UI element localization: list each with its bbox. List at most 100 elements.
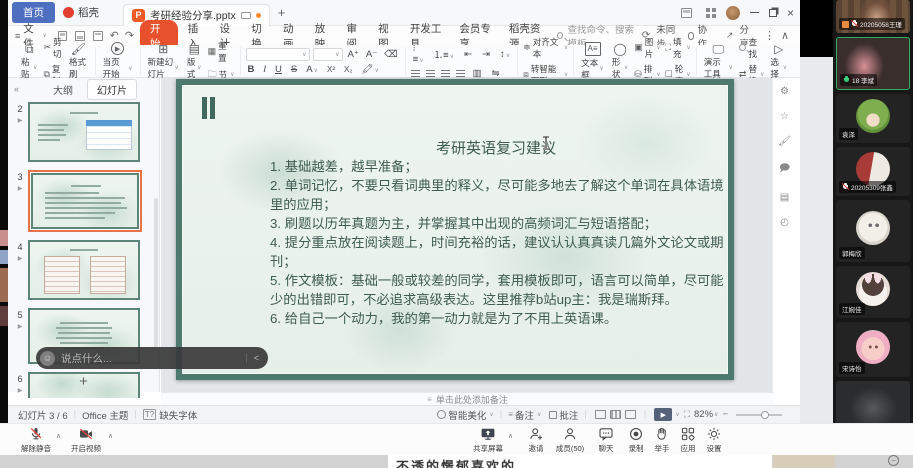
shape-button[interactable]: ◯ 形状 ∨ — [610, 43, 630, 80]
tab-outline[interactable]: 大纲 — [53, 82, 73, 97]
collapse-panel-icon[interactable]: « — [14, 84, 19, 94]
font-color-icon[interactable]: A∨ — [304, 64, 320, 75]
zoom-out-icon[interactable]: − — [722, 409, 728, 420]
layout-button[interactable]: ▤ 版式 ∨ — [185, 43, 204, 80]
participant-tile[interactable]: 江婉佳 — [836, 266, 910, 318]
italic-button[interactable]: I — [261, 64, 268, 75]
meeting-chat-quick-input[interactable]: ☺ 说点什么... | < — [36, 347, 268, 369]
slide-thumbnail[interactable]: 2 ▶ — [12, 102, 159, 162]
editor-canvas[interactable]: 考研英语复习建议 1. 基础越差，越早准备； 2. 单词记忆，不要只看词典里的释… — [161, 78, 774, 392]
cut-button[interactable]: ✂ 剪切 — [43, 36, 63, 60]
reading-layout-icon[interactable] — [680, 7, 692, 18]
format-painter-button[interactable]: 🖌 格式刷 — [67, 43, 90, 80]
emoji-icon[interactable]: ☺ — [40, 350, 55, 366]
help-pane-icon[interactable]: ◴ — [780, 217, 789, 228]
panel-scrollbar[interactable] — [154, 198, 158, 348]
close-button[interactable]: × — [787, 6, 794, 20]
highlight-icon[interactable]: 🖍∨ — [359, 64, 380, 75]
participant-tile[interactable]: 20205309张鑫 — [836, 147, 910, 196]
slideshow-button[interactable]: ▶ — [654, 408, 673, 421]
redo-icon[interactable]: ↷ — [122, 29, 137, 42]
zoom-slider[interactable] — [736, 410, 782, 419]
add-slide-button[interactable]: + — [8, 373, 159, 390]
font-name-select[interactable]: ∨ — [245, 47, 310, 61]
line-spacing-icon[interactable]: ↕∨ — [498, 49, 512, 60]
participant-tile[interactable]: 袁泽 — [836, 94, 910, 143]
missing-font-warning[interactable]: 缺失字体 — [159, 408, 197, 422]
start-video-button[interactable]: 开启视频 — [64, 426, 108, 454]
slide[interactable]: 考研英语复习建议 1. 基础越差，越早准备； 2. 单词记忆，不要只看词典里的释… — [176, 79, 734, 380]
video-options-icon[interactable]: ∧ — [108, 432, 113, 440]
workspace-grid-icon[interactable] — [705, 7, 716, 18]
participant-tile[interactable]: 宋诗怡 — [836, 322, 910, 377]
zoom-slider-handle[interactable] — [761, 410, 770, 419]
clear-format-icon[interactable]: ⌫ — [382, 49, 399, 60]
participant-tile-speaking[interactable]: 18 李斌 — [836, 37, 910, 90]
grow-font-icon[interactable]: A⁺ — [346, 49, 361, 60]
align-text-button[interactable]: ≑ 对齐文本 ∨ — [523, 36, 568, 60]
beautify-button[interactable]: 智能美化 ∨ — [437, 408, 494, 422]
tab-slides[interactable]: 幻灯片 — [87, 78, 138, 100]
normal-view-icon[interactable] — [594, 410, 606, 419]
notes-toggle[interactable]: ≡ 备注 ∨ — [508, 408, 541, 422]
textbox-button[interactable]: A≡ 文本框 ∨ — [579, 41, 606, 81]
play-from-current-button[interactable]: ▶ 当页开始 ∨ — [101, 42, 135, 80]
present-tools-button[interactable]: 🖵 演示工具 ∨ — [702, 43, 735, 80]
font-size-select[interactable]: ∨ — [312, 47, 343, 61]
new-slide-button[interactable]: ⊞ 新建幻灯片 ∨ — [146, 43, 181, 80]
justify-icon[interactable] — [455, 70, 465, 77]
collapse-ribbon-icon[interactable]: ∧ — [778, 29, 792, 42]
align-center-icon[interactable] — [425, 70, 435, 77]
comments-toggle[interactable]: 批注 — [549, 408, 578, 422]
slide-thumbnail[interactable]: 4 ▶ — [12, 240, 159, 300]
underline-button[interactable]: U — [273, 64, 284, 75]
tab-docer[interactable]: 稻壳 — [55, 2, 107, 23]
slide-body-text[interactable]: 1. 基础越差，越早准备； 2. 单词记忆，不要只看词典里的释义，尽可能多地去了… — [270, 157, 725, 328]
indent-decrease-icon[interactable]: ⇤ — [462, 49, 474, 60]
design-pane-icon[interactable]: 🖌 — [778, 136, 791, 147]
print-icon[interactable] — [93, 30, 103, 41]
reading-view-icon[interactable] — [624, 410, 636, 419]
find-button[interactable]: 查找 — [738, 36, 764, 60]
align-right-icon[interactable] — [440, 70, 450, 77]
collapse-chat-icon[interactable]: < — [254, 353, 259, 363]
participant-tile[interactable]: 郭梅欣 — [836, 200, 910, 262]
subscript-icon[interactable]: X₂ — [342, 65, 354, 74]
zoom-level[interactable]: 82% ∨ — [694, 409, 718, 420]
share-screen-button[interactable]: 共享屏幕 — [466, 426, 510, 454]
settings-button[interactable]: 设置 — [692, 426, 736, 454]
shrink-font-icon[interactable]: A⁻ — [364, 49, 379, 60]
reset-button[interactable]: ▦ 重置 — [208, 40, 235, 64]
properties-icon[interactable]: ⚙ — [780, 86, 789, 97]
bold-button[interactable]: B — [246, 64, 257, 75]
sorter-view-icon[interactable] — [609, 410, 621, 419]
selection-pane-icon[interactable]: ▤ — [780, 192, 789, 203]
notes-bar[interactable]: ≡ 单击此处添加备注 — [161, 392, 774, 405]
paste-button[interactable]: ⧉ 粘贴 ∨ — [19, 43, 39, 80]
superscript-icon[interactable]: X² — [325, 65, 337, 74]
select-button[interactable]: ▷ 选择 ∨ — [768, 43, 789, 80]
picture-button[interactable]: ▣ 图片 ∨ — [634, 36, 660, 60]
multi-window-icon[interactable] — [240, 11, 251, 19]
numbering-icon[interactable]: ⒈≡∨ — [432, 47, 456, 61]
theme-name[interactable]: Office 主题 — [82, 408, 128, 422]
account-avatar[interactable] — [725, 5, 740, 20]
align-left-icon[interactable] — [410, 70, 420, 77]
fit-window-icon[interactable]: ⛶ — [684, 409, 690, 420]
participant-tile[interactable] — [836, 381, 910, 423]
share-options-icon[interactable]: ∧ — [508, 432, 513, 440]
participant-tile[interactable]: 20205058王瑾 — [836, 0, 910, 33]
slide-thumbnail-selected[interactable]: 3 ▶ — [12, 170, 159, 232]
unmute-options-icon[interactable]: ∧ — [56, 432, 61, 440]
fill-button[interactable]: ⛶ 填充 ∨ — [665, 36, 691, 60]
minimize-button[interactable] — [749, 11, 759, 14]
comment-pane-icon[interactable]: 🗩 — [779, 161, 790, 178]
slide-title[interactable]: 考研英语复习建议 — [270, 137, 722, 158]
animation-pane-icon[interactable]: ☆ — [780, 111, 789, 122]
indent-increase-icon[interactable]: ⇥ — [480, 49, 492, 60]
unmute-button[interactable]: 解除静音 — [14, 426, 58, 454]
restore-button[interactable] — [768, 8, 777, 17]
slideshow-dropdown-icon[interactable]: ∨ — [675, 411, 679, 418]
export-icon[interactable] — [75, 30, 85, 41]
undo-icon[interactable]: ↶ — [107, 29, 122, 42]
